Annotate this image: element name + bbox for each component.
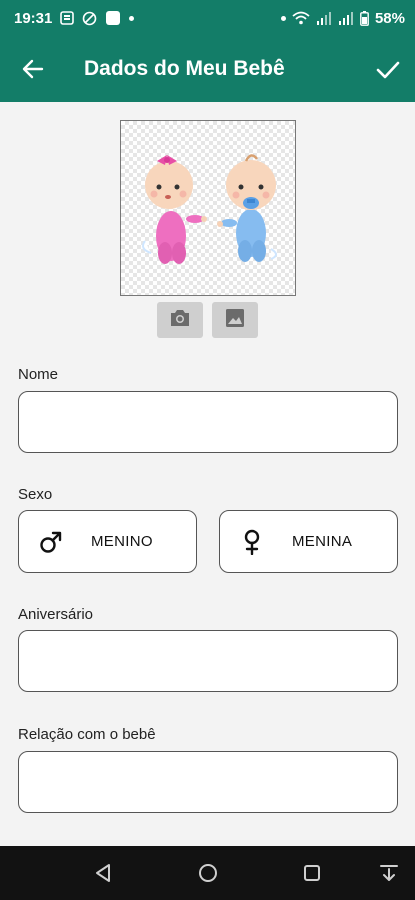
app-bar: Dados do Meu Bebê xyxy=(0,36,415,102)
camera-icon xyxy=(169,308,191,333)
battery-percent: 58% xyxy=(374,9,405,27)
sex-option-girl-label: MENINA xyxy=(292,533,353,550)
birthday-field[interactable] xyxy=(18,630,398,692)
arrow-left-icon[interactable] xyxy=(20,56,46,82)
status-bar: 19:31 58% xyxy=(0,0,415,36)
battery-icon xyxy=(360,10,369,26)
sex-option-girl[interactable]: MENINA xyxy=(219,510,398,573)
status-time: 19:31 xyxy=(14,9,53,27)
name-field[interactable] xyxy=(18,391,398,453)
app-square-icon xyxy=(105,10,121,26)
baby-photo[interactable] xyxy=(120,120,296,296)
back-triangle-icon[interactable] xyxy=(91,860,117,886)
camera-button[interactable] xyxy=(157,302,203,338)
image-icon xyxy=(225,308,245,333)
birthday-label: Aniversário xyxy=(18,606,94,623)
sync-off-icon xyxy=(82,11,97,26)
sms-icon xyxy=(60,11,75,25)
check-icon[interactable] xyxy=(374,56,402,84)
name-label: Nome xyxy=(18,366,59,383)
sex-label: Sexo xyxy=(18,486,53,503)
page-title: Dados do Meu Bebê xyxy=(84,57,285,80)
recents-square-icon[interactable] xyxy=(299,860,325,886)
content: Nome Sexo MENINO MENINA Aniversário Rela… xyxy=(0,102,415,846)
keyboard-hide-icon[interactable] xyxy=(376,860,402,886)
babies-illustration xyxy=(142,154,277,264)
system-nav-bar xyxy=(0,846,415,900)
signal-icon xyxy=(316,11,332,25)
relation-field[interactable] xyxy=(18,751,398,813)
dot-icon xyxy=(129,15,135,21)
dot-icon xyxy=(280,15,286,21)
sex-option-boy[interactable]: MENINO xyxy=(18,510,197,573)
signal-icon xyxy=(338,11,354,25)
gallery-button[interactable] xyxy=(212,302,258,338)
home-circle-icon[interactable] xyxy=(195,860,221,886)
wifi-icon xyxy=(292,11,310,25)
female-symbol-icon xyxy=(240,529,264,556)
sex-option-boy-label: MENINO xyxy=(91,533,153,550)
male-symbol-icon xyxy=(39,529,63,555)
relation-label: Relação com o bebê xyxy=(18,726,156,743)
